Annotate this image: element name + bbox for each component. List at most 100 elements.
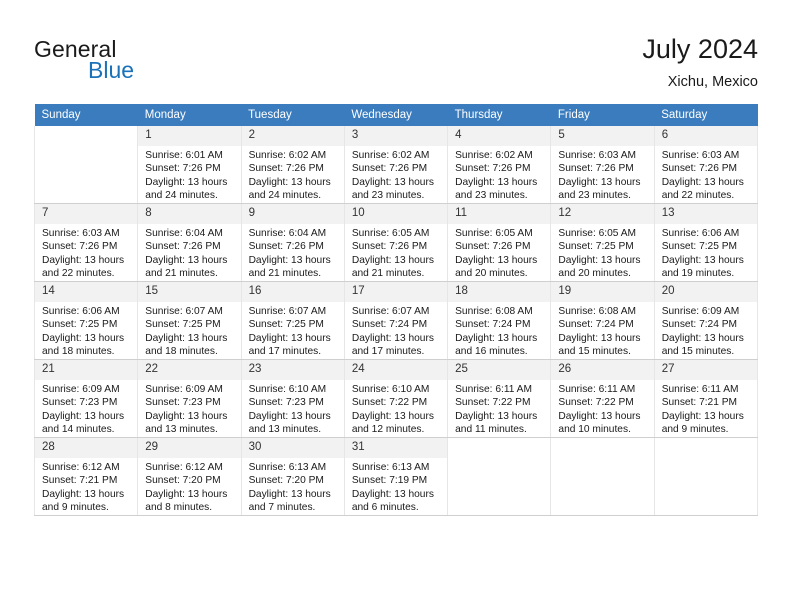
sunrise-text: Sunrise: 6:01 AM [145,150,223,161]
sunrise-text: Sunrise: 6:12 AM [145,462,223,473]
sunset-text: Sunset: 7:23 PM [145,397,221,409]
sunset-text: Sunset: 7:26 PM [558,163,634,175]
day-details: Sunrise: 6:10 AM Sunset: 7:22 PM Daylight:… [345,380,447,437]
calendar-day-cell[interactable]: 12 Sunrise: 6:05 AM Sunset: 7:25 PM Dayligh… [550,203,655,282]
daylight-text-line2: and 24 minutes. [145,190,218,202]
calendar-day-cell[interactable]: 8 Sunrise: 6:04 AM Sunset: 7:26 PM Daylight… [137,203,242,282]
sunrise-text: Sunrise: 6:09 AM [145,384,223,395]
sunset-text: Sunset: 7:23 PM [248,397,324,409]
sunset-text: Sunset: 7:26 PM [455,163,531,175]
calendar-day-cell[interactable]: 31 Sunrise: 6:13 AM Sunset: 7:19 PM Dayligh… [343,437,449,516]
sunrise-text: Sunrise: 6:07 AM [351,306,430,317]
general-blue-logo[interactable]: General Blue [34,36,214,88]
day-details: Sunrise: 6:05 AM Sunset: 7:26 PM Daylight:… [345,224,447,281]
day-details: Sunrise: 6:09 AM Sunset: 7:23 PM Daylight:… [35,380,137,437]
calendar-day-cell[interactable]: 16 Sunrise: 6:07 AM Sunset: 7:25 PM Dayligh… [240,281,345,360]
day-details: Sunrise: 6:05 AM Sunset: 7:25 PM Daylight:… [551,224,653,281]
sunrise-text: Sunrise: 6:13 AM [351,462,430,473]
calendar-day-cell[interactable]: 19 Sunrise: 6:08 AM Sunset: 7:24 PM Dayligh… [550,281,655,360]
calendar-day-cell[interactable]: 1 Sunrise: 6:01 AM Sunset: 7:26 PM Daylight… [137,126,242,204]
sunrise-text: Sunrise: 6:02 AM [248,150,327,161]
weekday-header-friday: Friday [550,104,655,126]
day-number [551,438,654,458]
day-number: 8 [138,204,241,224]
calendar-day-cell[interactable]: 24 Sunrise: 6:10 AM Sunset: 7:22 PM Dayligh… [343,359,449,438]
daylight-text-line1: Daylight: 13 hours [661,254,744,266]
calendar-day-cell[interactable]: 3 Sunrise: 6:02 AM Sunset: 7:26 PM Daylight… [343,126,449,204]
day-details [448,458,550,461]
weekday-header-wednesday: Wednesday [344,104,448,126]
calendar-day-cell[interactable]: 25 Sunrise: 6:11 AM Sunset: 7:22 PM Dayligh… [447,359,552,438]
calendar-day-cell[interactable]: 9 Sunrise: 6:04 AM Sunset: 7:26 PM Daylight… [240,203,345,282]
calendar-day-cell[interactable]: 27 Sunrise: 6:11 AM Sunset: 7:21 PM Dayligh… [653,359,759,438]
calendar-day-cell[interactable]: 22 Sunrise: 6:09 AM Sunset: 7:23 PM Dayligh… [137,359,242,438]
day-number: 31 [344,438,448,458]
daylight-text-line1: Daylight: 13 hours [455,332,538,344]
daylight-text-line1: Daylight: 13 hours [145,332,228,344]
daylight-text-line2: and 7 minutes. [248,502,316,514]
calendar-cell-empty [447,437,552,516]
day-number: 17 [344,282,448,302]
calendar-day-cell[interactable]: 20 Sunrise: 6:09 AM Sunset: 7:24 PM Dayligh… [653,281,759,360]
calendar-table: Sunday Monday Tuesday Wednesday Thursday… [33,104,759,516]
calendar-day-cell[interactable]: 15 Sunrise: 6:07 AM Sunset: 7:25 PM Dayligh… [137,281,242,360]
calendar-day-cell[interactable]: 30 Sunrise: 6:13 AM Sunset: 7:20 PM Dayligh… [240,437,345,516]
calendar-day-cell[interactable]: 10 Sunrise: 6:05 AM Sunset: 7:26 PM Dayligh… [343,203,449,282]
daylight-text-line1: Daylight: 13 hours [351,488,434,500]
sunrise-text: Sunrise: 6:08 AM [558,306,636,317]
calendar-day-cell[interactable]: 11 Sunrise: 6:05 AM Sunset: 7:26 PM Dayligh… [447,203,552,282]
day-number: 22 [138,360,241,380]
daylight-text-line1: Daylight: 13 hours [248,410,331,422]
sunrise-text: Sunrise: 6:11 AM [455,384,532,395]
sunrise-text: Sunrise: 6:03 AM [42,228,120,239]
daylight-text-line1: Daylight: 13 hours [661,410,744,422]
weekday-header-monday: Monday [137,104,242,126]
weekday-header-thursday: Thursday [447,104,551,126]
day-details: Sunrise: 6:09 AM Sunset: 7:23 PM Daylight:… [138,380,240,437]
daylight-text-line1: Daylight: 13 hours [248,332,331,344]
calendar-day-cell[interactable]: 6 Sunrise: 6:03 AM Sunset: 7:26 PM Daylight… [653,126,759,204]
day-details [35,146,137,149]
sunset-text: Sunset: 7:26 PM [42,241,118,253]
day-number [654,438,757,458]
calendar-day-cell[interactable]: 17 Sunrise: 6:07 AM Sunset: 7:24 PM Dayligh… [343,281,449,360]
calendar-day-cell[interactable]: 4 Sunrise: 6:02 AM Sunset: 7:26 PM Daylight… [447,126,552,204]
sunset-text: Sunset: 7:26 PM [351,241,428,253]
sunrise-text: Sunrise: 6:06 AM [661,228,740,239]
day-details: Sunrise: 6:03 AM Sunset: 7:26 PM Daylight:… [35,224,137,281]
day-number: 19 [551,282,654,302]
calendar-day-cell[interactable]: 13 Sunrise: 6:06 AM Sunset: 7:25 PM Dayligh… [653,203,759,282]
calendar-day-cell[interactable]: 7 Sunrise: 6:03 AM Sunset: 7:26 PM Daylight… [33,203,139,282]
day-number: 11 [448,204,551,224]
daylight-text-line1: Daylight: 13 hours [248,488,331,500]
day-details [655,458,757,461]
daylight-text-line2: and 16 minutes. [455,346,528,358]
day-number: 18 [448,282,551,302]
day-details: Sunrise: 6:02 AM Sunset: 7:26 PM Daylight:… [242,146,344,203]
day-number: 27 [654,360,757,380]
calendar-body: 1 Sunrise: 6:01 AM Sunset: 7:26 PM Daylight… [33,126,759,516]
day-number: 26 [551,360,654,380]
daylight-text-line2: and 9 minutes. [42,502,109,514]
calendar-day-cell[interactable]: 28 Sunrise: 6:12 AM Sunset: 7:21 PM Dayligh… [33,437,139,516]
calendar-day-cell[interactable]: 29 Sunrise: 6:12 AM Sunset: 7:20 PM Dayligh… [137,437,242,516]
sunset-text: Sunset: 7:23 PM [42,397,118,409]
calendar-day-cell[interactable]: 26 Sunrise: 6:11 AM Sunset: 7:22 PM Dayligh… [550,359,655,438]
calendar-day-cell[interactable]: 23 Sunrise: 6:10 AM Sunset: 7:23 PM Dayligh… [240,359,345,438]
sunrise-text: Sunrise: 6:10 AM [351,384,430,395]
calendar-day-cell[interactable]: 18 Sunrise: 6:08 AM Sunset: 7:24 PM Dayligh… [447,281,552,360]
sunset-text: Sunset: 7:20 PM [248,475,324,487]
daylight-text-line1: Daylight: 13 hours [145,488,228,500]
sunrise-text: Sunrise: 6:05 AM [558,228,636,239]
sunrise-text: Sunrise: 6:13 AM [248,462,327,473]
sunset-text: Sunset: 7:22 PM [351,397,428,409]
calendar-day-cell[interactable]: 5 Sunrise: 6:03 AM Sunset: 7:26 PM Daylight… [550,126,655,204]
sunrise-text: Sunrise: 6:07 AM [248,306,327,317]
daylight-text-line2: and 12 minutes. [351,424,425,436]
daylight-text-line1: Daylight: 13 hours [661,332,744,344]
calendar-day-cell[interactable]: 14 Sunrise: 6:06 AM Sunset: 7:25 PM Dayligh… [33,281,139,360]
daylight-text-line1: Daylight: 13 hours [351,410,434,422]
day-details: Sunrise: 6:08 AM Sunset: 7:24 PM Daylight:… [551,302,653,359]
calendar-day-cell[interactable]: 21 Sunrise: 6:09 AM Sunset: 7:23 PM Dayligh… [33,359,139,438]
calendar-day-cell[interactable]: 2 Sunrise: 6:02 AM Sunset: 7:26 PM Daylight… [240,126,345,204]
